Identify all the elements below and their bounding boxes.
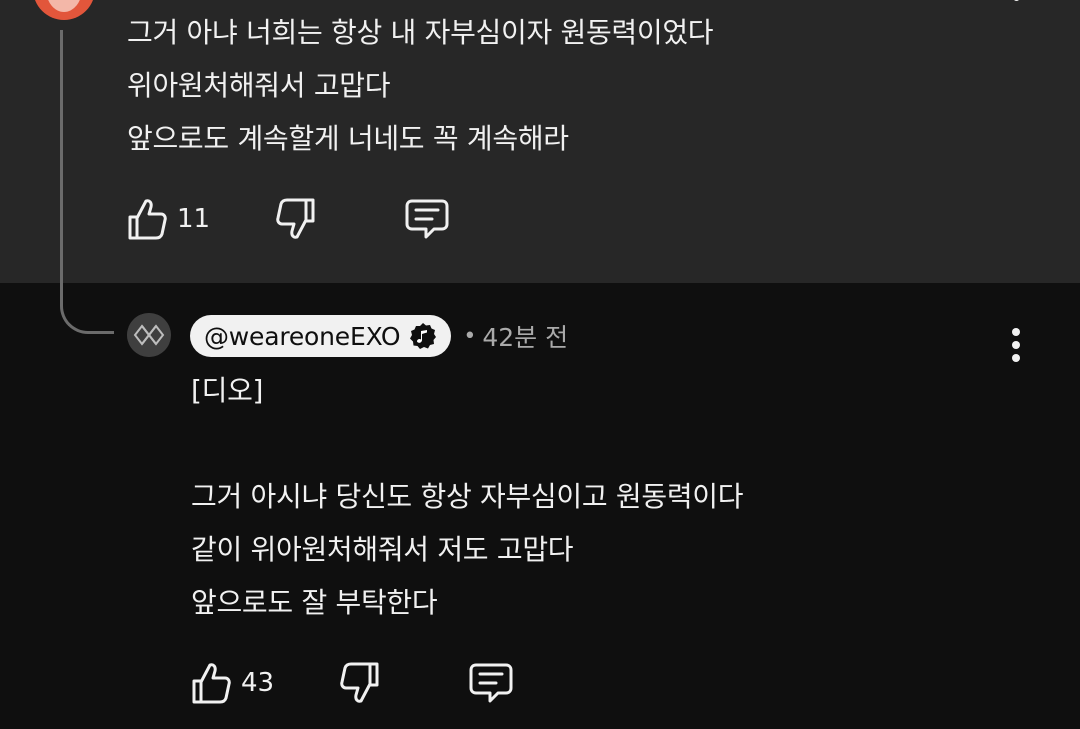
author-row: @weareoneEXO • 42분 전 (190, 315, 568, 357)
reply-button[interactable] (468, 661, 514, 705)
more-vertical-icon[interactable] (1010, 0, 1022, 6)
comment-text: [디오] 그거 아시냐 당신도 항상 자부심이고 원동력이다 같이 위아원처해줘… (191, 364, 1051, 629)
thread-connector (60, 30, 114, 334)
author-name-pill[interactable]: @weareoneEXO (190, 315, 452, 357)
avatar[interactable] (127, 313, 171, 357)
dislike-button[interactable] (340, 661, 380, 705)
comment-text: 그거 아냐 너희는 항상 내 자부심이자 원동력이었다 위아원처해줘서 고맙다 … (127, 6, 1007, 165)
like-button[interactable]: 43 (191, 661, 274, 705)
comment-line: 그거 아냐 너희는 항상 내 자부심이자 원동력이었다 (127, 16, 714, 49)
comment-line: 그거 아시냐 당신도 항상 자부심이고 원동력이다 (191, 480, 744, 513)
comment-timestamp: 42분 전 (482, 323, 569, 352)
meta-separator: • (463, 323, 477, 349)
comment-line: 앞으로도 계속할게 너네도 꼭 계속해라 (127, 122, 569, 155)
comment-line (191, 417, 1051, 470)
comment-icon (405, 199, 449, 239)
like-count: 11 (177, 204, 211, 234)
avatar-face (46, 0, 82, 12)
avatar[interactable] (33, 0, 95, 20)
comment-actions: 11 (127, 194, 450, 244)
comment-line: 앞으로도 잘 부탁한다 (191, 586, 438, 619)
comment-line: 위아원처해줘서 고맙다 (127, 69, 391, 102)
like-count: 43 (241, 668, 275, 698)
music-note-badge-icon (409, 322, 437, 350)
exo-logo-icon (127, 313, 171, 357)
thumbs-up-icon (128, 199, 167, 240)
comment-icon (469, 663, 513, 703)
reply-button[interactable] (404, 197, 450, 241)
thumbs-up-icon (192, 663, 231, 704)
thumbs-down-icon (340, 662, 379, 703)
author-name: @weareoneEXO (204, 321, 401, 351)
comment-actions: 43 (191, 658, 514, 708)
dislike-button[interactable] (276, 197, 316, 241)
parent-comment: 그거 아냐 너희는 항상 내 자부심이자 원동력이었다 위아원처해줘서 고맙다 … (0, 0, 1080, 283)
comment-line: [디오] (191, 374, 264, 407)
more-vertical-icon[interactable] (1010, 328, 1022, 362)
comment-thread: 그거 아냐 너희는 항상 내 자부심이자 원동력이었다 위아원처해줘서 고맙다 … (0, 0, 1080, 729)
comment-line: 같이 위아원처해줘서 저도 고맙다 (191, 533, 574, 566)
thumbs-down-icon (276, 198, 315, 239)
like-button[interactable]: 11 (127, 197, 210, 241)
